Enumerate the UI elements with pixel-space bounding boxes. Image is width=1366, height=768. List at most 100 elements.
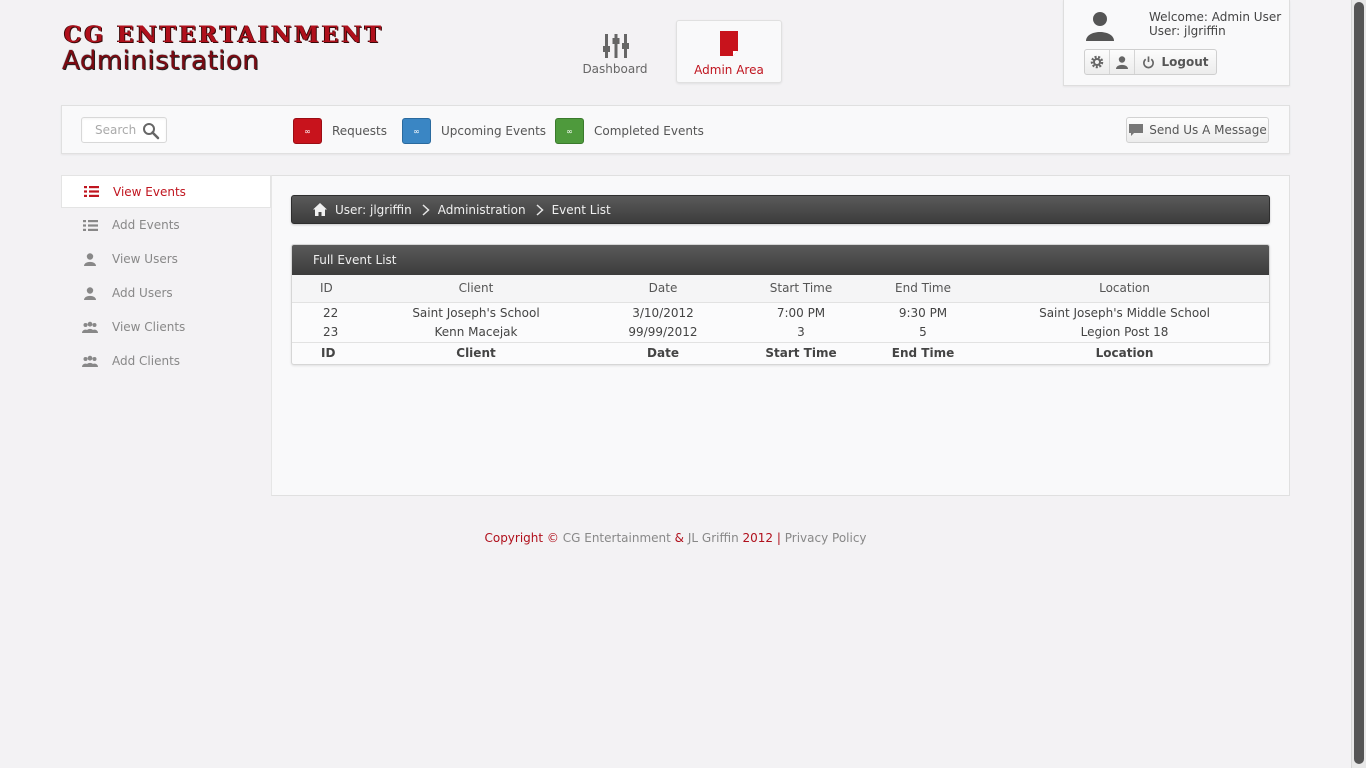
author-name: JL Griffin xyxy=(687,531,739,545)
list-icon xyxy=(82,218,98,232)
copyright-year: 2012 xyxy=(742,531,774,545)
logo-subtitle: Administration xyxy=(62,46,260,76)
gear-icon xyxy=(1090,55,1104,69)
send-message-label: Send Us A Message xyxy=(1149,123,1267,137)
sidebar-item-label: Add Clients xyxy=(112,354,181,368)
search-box xyxy=(81,117,167,143)
logo[interactable]: CG Entertainment Administration xyxy=(62,22,432,78)
column-header-location[interactable]: Location xyxy=(980,275,1269,302)
group-icon xyxy=(82,354,98,368)
column-header-date[interactable]: Date xyxy=(590,275,736,302)
sidebar-item-view-users[interactable]: View Users xyxy=(61,242,271,276)
breadcrumb-administration[interactable]: Administration xyxy=(438,203,526,217)
nav-admin-area[interactable]: Admin Area xyxy=(676,20,782,83)
sidebar-item-label: Add Events xyxy=(112,218,180,232)
scrollbar-thumb[interactable] xyxy=(1354,2,1364,764)
welcome-label: Welcome: Admin User xyxy=(1149,10,1282,24)
user-icon xyxy=(1116,56,1128,69)
footer-header-client: Client xyxy=(456,345,496,360)
nav-dashboard[interactable]: Dashboard xyxy=(562,20,668,83)
completed-events-icon: ∞ xyxy=(555,118,584,144)
breadcrumb: User: jlgriffin Administration Event Lis… xyxy=(291,195,1270,224)
logo-title: CG Entertainment xyxy=(64,22,385,48)
table-footer-row: ID Client Date Start Time End Time Locat… xyxy=(292,342,1269,363)
welcome-text: Welcome: Admin User User: jlgriffin xyxy=(1149,10,1281,38)
event-list-panel: Full Event List ID Client Date Start Tim… xyxy=(291,244,1270,365)
cell-location: Saint Joseph's Middle School xyxy=(1039,306,1210,321)
breadcrumb-event-list: Event List xyxy=(551,202,611,217)
logout-button[interactable]: Logout xyxy=(1135,50,1216,74)
cell-id: 22 xyxy=(323,306,339,321)
cell-end-time: 9:30 PM xyxy=(898,306,948,321)
send-message-button[interactable]: Send Us A Message xyxy=(1126,117,1269,143)
chevron-right-icon xyxy=(422,203,430,216)
footer-divider: | xyxy=(776,531,781,545)
home-icon[interactable] xyxy=(312,202,328,217)
footer: Copyright © CG Entertainment & JL Griffi… xyxy=(0,531,1351,545)
footer-header-id: ID xyxy=(321,345,336,360)
cell-location: Legion Post 18 xyxy=(1080,324,1169,339)
copyright-label: Copyright © xyxy=(484,531,559,545)
user-panel: Welcome: Admin User User: jlgriffin Logo… xyxy=(1063,0,1290,86)
cell-end-time: 5 xyxy=(919,324,927,339)
power-icon xyxy=(1143,55,1155,68)
profile-button[interactable] xyxy=(1110,50,1135,74)
table-header-row: ID Client Date Start Time End Time Locat… xyxy=(292,275,1269,302)
company-name: CG Entertainment xyxy=(562,531,671,545)
footer-header-date: Date xyxy=(647,345,679,360)
ampersand: & xyxy=(674,531,685,545)
table-row[interactable]: 22 Saint Joseph's School 3/10/2012 7:00 … xyxy=(292,302,1269,322)
logout-label: Logout xyxy=(1161,55,1209,69)
footer-header-start-time: Start Time xyxy=(765,345,837,360)
column-header-client[interactable]: Client xyxy=(362,275,590,302)
document-icon xyxy=(720,31,738,56)
column-header-end-time[interactable]: End Time xyxy=(866,275,980,302)
requests-label: Requests xyxy=(332,124,387,138)
sidebar-item-add-users[interactable]: Add Users xyxy=(61,276,271,310)
completed-events-link[interactable]: ∞ Completed Events xyxy=(555,117,704,145)
footer-header-location: Location xyxy=(1095,345,1154,360)
sidebar-item-view-events[interactable]: View Events xyxy=(61,175,271,208)
requests-link[interactable]: ∞ Requests xyxy=(293,117,387,145)
breadcrumb-user[interactable]: User: jlgriffin xyxy=(335,203,412,217)
cell-start-time: 3 xyxy=(797,324,805,339)
cell-date: 99/99/2012 xyxy=(628,324,698,339)
cell-date: 3/10/2012 xyxy=(632,306,694,321)
sidebar-item-view-clients[interactable]: View Clients xyxy=(61,310,271,344)
sidebar-item-label: Add Users xyxy=(112,286,173,300)
settings-button[interactable] xyxy=(1085,50,1110,74)
sidebar-item-add-clients[interactable]: Add Clients xyxy=(61,344,271,378)
toolbar: ∞ Requests ∞ Upcoming Events ∞ Completed… xyxy=(61,105,1290,154)
search-input[interactable] xyxy=(83,119,139,141)
completed-events-label: Completed Events xyxy=(594,124,704,138)
sliders-icon xyxy=(603,34,629,58)
privacy-policy-link[interactable]: Privacy Policy xyxy=(785,531,867,545)
user-actions: Logout xyxy=(1084,49,1217,75)
user-avatar-icon xyxy=(1086,12,1114,41)
username-label: User: jlgriffin xyxy=(1149,24,1226,38)
cell-client: Kenn Macejak xyxy=(434,324,518,339)
table-row[interactable]: 23 Kenn Macejak 99/99/2012 3 5 Legion Po… xyxy=(292,322,1269,342)
sidebar-item-label: View Users xyxy=(112,252,178,266)
requests-icon: ∞ xyxy=(293,118,322,144)
footer-header-end-time: End Time xyxy=(891,345,955,360)
upcoming-events-label: Upcoming Events xyxy=(441,124,547,138)
column-header-id[interactable]: ID xyxy=(292,275,362,302)
column-header-start-time[interactable]: Start Time xyxy=(736,275,866,302)
cell-id: 23 xyxy=(323,324,339,339)
user-icon xyxy=(82,286,98,300)
sidebar-item-add-events[interactable]: Add Events xyxy=(61,208,271,242)
upcoming-events-link[interactable]: ∞ Upcoming Events xyxy=(402,117,546,145)
cell-start-time: 7:00 PM xyxy=(776,306,826,321)
page-scrollbar[interactable] xyxy=(1351,0,1366,768)
search-icon[interactable] xyxy=(142,122,160,140)
user-icon xyxy=(82,252,98,266)
event-list-title: Full Event List xyxy=(292,245,1269,275)
nav-dashboard-label: Dashboard xyxy=(582,62,648,76)
sidebar: View Events Add Events View Users Add Us… xyxy=(61,175,271,378)
nav-admin-label: Admin Area xyxy=(694,63,764,77)
event-table: ID Client Date Start Time End Time Locat… xyxy=(292,275,1269,363)
group-icon xyxy=(82,320,98,334)
sidebar-item-label: View Events xyxy=(113,184,186,199)
list-icon xyxy=(83,185,99,199)
